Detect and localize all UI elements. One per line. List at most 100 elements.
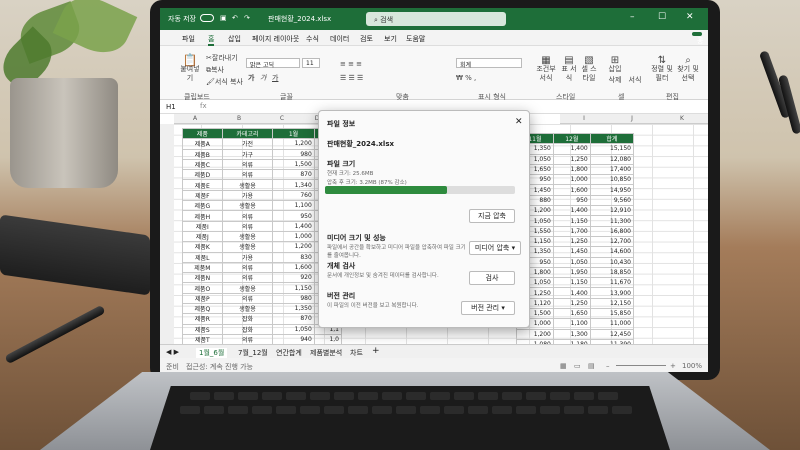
table-cell[interactable]: 12,150 bbox=[589, 297, 635, 310]
align-icon[interactable]: ≡ ≡ ≡ bbox=[340, 60, 362, 69]
fx-icon[interactable]: fx bbox=[200, 102, 207, 110]
menu-review[interactable]: 검토 bbox=[360, 34, 373, 44]
table-cell[interactable]: 의류 bbox=[221, 261, 274, 274]
search-input[interactable]: ⌕ 검색 bbox=[366, 12, 506, 26]
bold-button[interactable]: 가 bbox=[248, 74, 254, 83]
menu-help[interactable]: 도움말 bbox=[406, 34, 425, 44]
conditional-format-button[interactable]: ▦ 조건부 서식 bbox=[534, 56, 558, 83]
table-cell[interactable]: 생활용 bbox=[221, 179, 274, 191]
table-cell[interactable]: 14,950 bbox=[589, 184, 635, 196]
column-header[interactable]: C bbox=[262, 114, 302, 124]
column-header[interactable]: A bbox=[174, 114, 216, 124]
column-header[interactable]: B bbox=[216, 114, 262, 124]
sheet-tab[interactable]: 연간합계 bbox=[276, 348, 302, 358]
table-cell[interactable]: 1,450 bbox=[552, 246, 591, 258]
table-cell[interactable]: 1,300 bbox=[552, 328, 591, 340]
menu-view[interactable]: 보기 bbox=[384, 34, 397, 44]
table-cell[interactable]: 제품G bbox=[182, 200, 223, 212]
table-cell[interactable]: 의류 bbox=[221, 158, 274, 171]
table-cell[interactable]: 잡화 bbox=[221, 313, 274, 325]
compress-media-button[interactable]: 미디어 압축 ▾ bbox=[469, 241, 521, 255]
table-cell[interactable]: 1,150 bbox=[552, 215, 591, 227]
table-cell[interactable]: 870 bbox=[272, 169, 315, 181]
add-sheet-icon[interactable]: + bbox=[372, 346, 380, 356]
table-cell[interactable]: 1,700 bbox=[552, 225, 591, 237]
sheet-tab[interactable]: 제품별분석 bbox=[310, 348, 342, 358]
align-center-icon[interactable]: ☰ ☰ ☰ bbox=[340, 74, 363, 83]
table-cell[interactable]: 가구 bbox=[221, 148, 274, 160]
table-cell[interactable]: 제품I bbox=[182, 220, 223, 232]
table-cell[interactable]: 830 bbox=[272, 251, 315, 263]
italic-button[interactable]: 가 bbox=[260, 74, 266, 83]
table-cell[interactable]: 제품Q bbox=[182, 303, 223, 315]
table-cell[interactable]: 870 bbox=[272, 313, 315, 325]
find-select-button[interactable]: ⌕ 찾기 및 선택 bbox=[676, 56, 700, 83]
table-cell[interactable]: 1,150 bbox=[552, 277, 591, 289]
page-break-icon[interactable]: ▤ bbox=[588, 362, 595, 370]
zoom-out-icon[interactable]: – bbox=[606, 362, 610, 370]
table-cell[interactable]: 생활용 bbox=[221, 282, 274, 294]
menu-data[interactable]: 데이터 bbox=[330, 34, 349, 44]
table-cell[interactable]: 1,100 bbox=[272, 200, 315, 212]
paste-button[interactable]: 📋 붙여넣기 bbox=[178, 54, 202, 83]
normal-view-icon[interactable]: ▦ bbox=[560, 362, 567, 370]
table-cell[interactable]: 가전 bbox=[221, 138, 274, 150]
table-cell[interactable]: 의류 bbox=[221, 169, 274, 181]
header-category[interactable]: 카테고리 bbox=[221, 127, 274, 140]
table-cell[interactable]: 1,050 bbox=[552, 256, 591, 268]
table-cell[interactable]: 11,000 bbox=[589, 318, 635, 330]
format-cells-button[interactable]: 서식 bbox=[626, 76, 644, 85]
compress-now-button[interactable]: 지금 압축 bbox=[469, 209, 515, 223]
table-cell[interactable]: 12,450 bbox=[589, 328, 635, 340]
table-cell[interactable]: 1,600 bbox=[272, 261, 315, 274]
font-name-select[interactable]: 맑은 고딕 bbox=[246, 58, 300, 69]
table-cell[interactable]: 1,000 bbox=[272, 230, 315, 243]
table-cell[interactable]: 1,400 bbox=[552, 287, 591, 299]
table-cell[interactable]: 1,950 bbox=[552, 266, 591, 279]
table-cell[interactable]: 가용 bbox=[221, 251, 274, 263]
save-icon[interactable]: ▣ bbox=[220, 14, 227, 22]
table-cell[interactable]: 13,900 bbox=[589, 287, 635, 299]
table-cell[interactable]: 제품S bbox=[182, 323, 223, 335]
copy-button[interactable]: ⧉복사 bbox=[206, 66, 224, 75]
redo-icon[interactable]: ↷ bbox=[244, 14, 250, 22]
table-cell[interactable]: 1,250 bbox=[552, 297, 591, 310]
table-cell[interactable]: 1,350 bbox=[272, 303, 315, 315]
table-cell[interactable]: 제품E bbox=[182, 179, 223, 191]
autosave-toggle[interactable] bbox=[200, 14, 214, 22]
header-total[interactable]: 합계 bbox=[589, 132, 635, 145]
menu-page-layout[interactable]: 페이지 레이아웃 bbox=[252, 34, 299, 44]
table-cell[interactable]: 17,400 bbox=[589, 163, 635, 176]
table-cell[interactable]: 980 bbox=[272, 148, 315, 160]
menu-formulas[interactable]: 수식 bbox=[306, 34, 319, 44]
table-cell[interactable]: 제품L bbox=[182, 251, 223, 263]
sheet-tab[interactable]: 7월_12월 bbox=[238, 348, 268, 358]
menu-file[interactable]: 파일 bbox=[182, 34, 195, 44]
header-product[interactable]: 제품 bbox=[182, 127, 223, 140]
name-box[interactable]: H1 bbox=[166, 103, 176, 111]
table-cell[interactable]: 760 bbox=[272, 189, 315, 202]
table-cell[interactable]: 1,000 bbox=[552, 174, 591, 186]
number-format-select[interactable]: 회계 bbox=[456, 58, 522, 69]
table-cell[interactable]: 제품O bbox=[182, 282, 223, 294]
table-cell[interactable]: 1,250 bbox=[552, 153, 591, 165]
table-cell[interactable]: 제품K bbox=[182, 241, 223, 253]
table-cell[interactable]: 생활용 bbox=[221, 303, 274, 315]
menu-insert[interactable]: 삽입 bbox=[228, 34, 241, 44]
table-cell[interactable]: 1,100 bbox=[552, 318, 591, 330]
table-cell[interactable]: 10,430 bbox=[589, 256, 635, 268]
table-cell[interactable]: 950 bbox=[272, 210, 315, 222]
sort-filter-button[interactable]: ⇅ 정렬 및 필터 bbox=[650, 56, 674, 83]
table-cell[interactable]: 제품F bbox=[182, 189, 223, 202]
underline-button[interactable]: 가 bbox=[272, 74, 278, 83]
zoom-in-icon[interactable]: + bbox=[670, 362, 676, 370]
currency-icon[interactable]: ₩ % , bbox=[456, 74, 476, 83]
table-cell[interactable]: 16,800 bbox=[589, 225, 635, 237]
table-cell[interactable]: 가용 bbox=[221, 189, 274, 202]
table-cell[interactable]: 12,910 bbox=[589, 205, 635, 217]
column-header[interactable]: J bbox=[608, 114, 656, 124]
table-cell[interactable]: 의류 bbox=[221, 272, 274, 284]
table-cell[interactable]: 제품D bbox=[182, 169, 223, 181]
zoom-slider[interactable] bbox=[616, 365, 666, 366]
cut-button[interactable]: ✂잘라내기 bbox=[206, 54, 238, 63]
